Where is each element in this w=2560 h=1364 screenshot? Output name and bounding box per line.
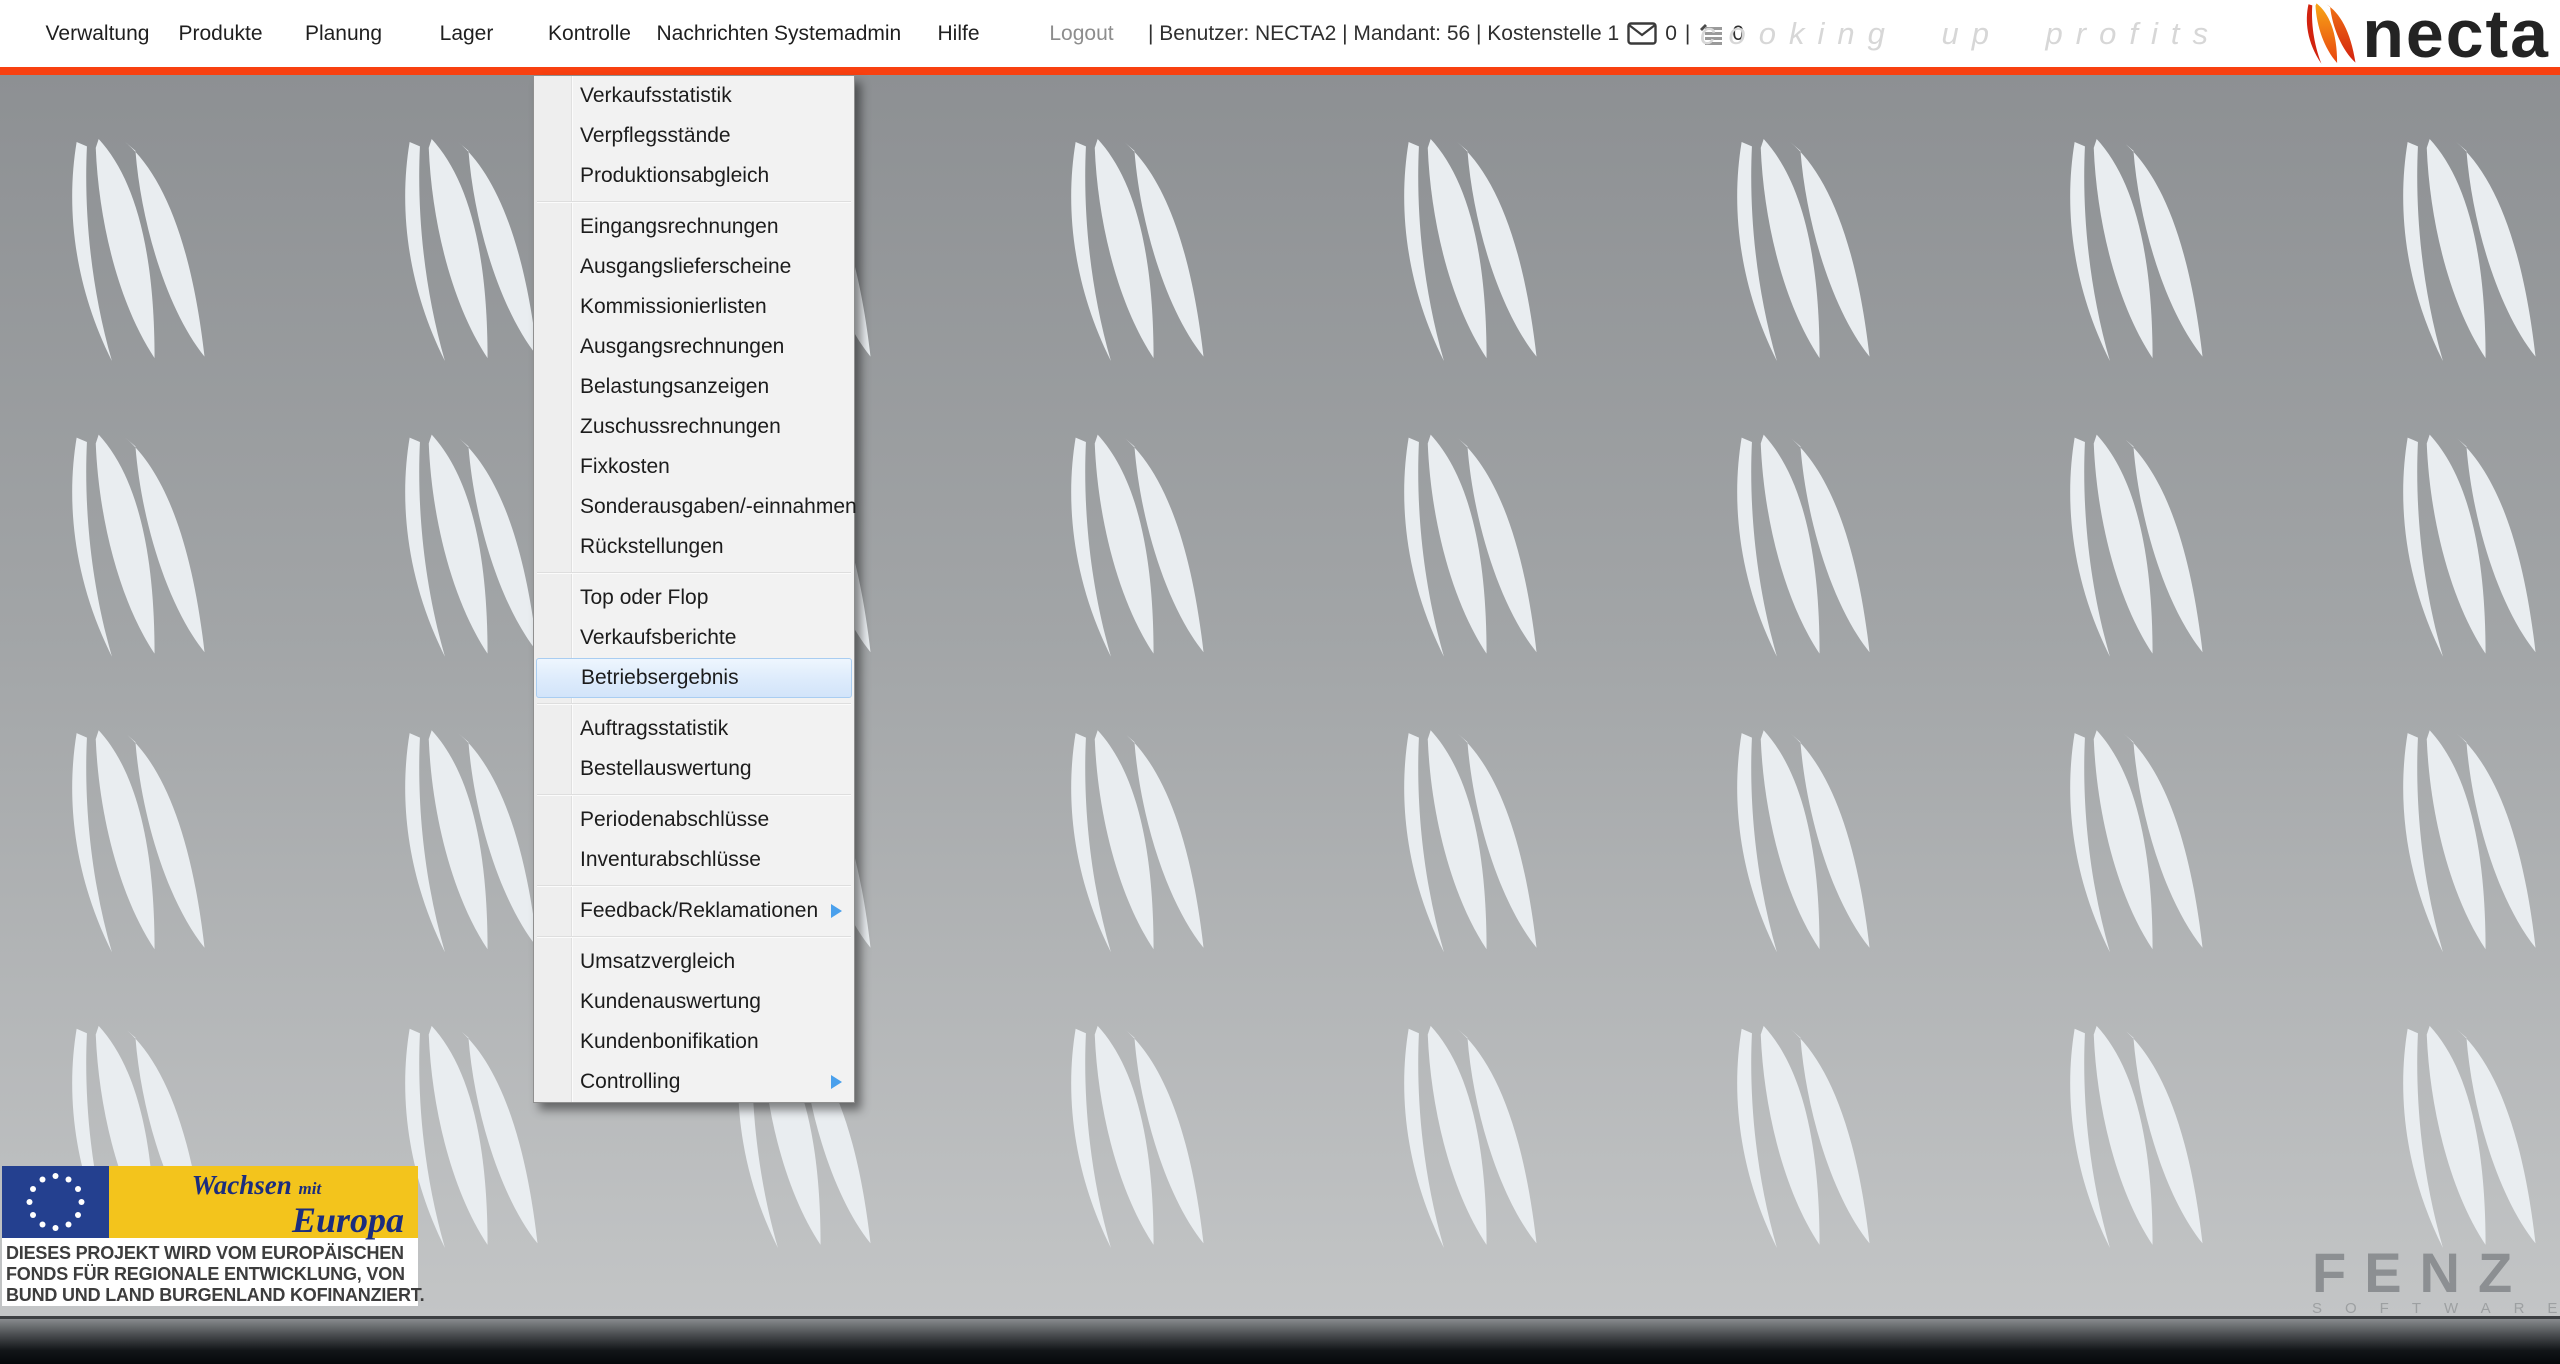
eu-text-line: DIESES PROJEKT WIRD VOM EUROPÄISCHEN xyxy=(6,1243,414,1264)
eu-text-line: BUND UND LAND BURGENLAND KOFINANZIERT. xyxy=(6,1285,414,1306)
desktop-background xyxy=(0,75,2560,1316)
menu-item-umsatzvergleich[interactable]: Umsatzvergleich xyxy=(534,942,854,982)
eu-flag-icon xyxy=(2,1166,109,1238)
mail-icon[interactable] xyxy=(1627,22,1657,45)
nav-item-systemadmin[interactable]: Systemadmin xyxy=(774,22,897,46)
brand-logo: necta xyxy=(2302,2,2550,66)
nav-item-kontrolle[interactable]: Kontrolle xyxy=(528,22,651,46)
nav-item-produkte[interactable]: Produkte xyxy=(159,22,282,46)
menu-item-feedback-reklamationen[interactable]: Feedback/Reklamationen xyxy=(534,891,854,931)
fenz-subtitle: SOFTWARE xyxy=(2312,1300,2560,1317)
menu-item-verpflegsst-nde[interactable]: Verpflegsstände xyxy=(534,116,854,156)
menu-separator xyxy=(537,201,851,203)
menu-item-fixkosten[interactable]: Fixkosten xyxy=(534,447,854,487)
menu-item-kommissionierlisten[interactable]: Kommissionierlisten xyxy=(534,287,854,327)
menu-item-eingangsrechnungen[interactable]: Eingangsrechnungen xyxy=(534,207,854,247)
menu-item-sonderausgaben-einnahmen[interactable]: Sonderausgaben/-einnahmen xyxy=(534,487,854,527)
app-window: VerwaltungProduktePlanungLagerKontrolleN… xyxy=(0,0,2560,1364)
nav-item-logout[interactable]: Logout xyxy=(1020,22,1143,46)
menu-item-verkaufsstatistik[interactable]: Verkaufsstatistik xyxy=(534,76,854,116)
leaf-pattern xyxy=(0,75,2560,1316)
menu-item-ausgangslieferscheine[interactable]: Ausgangslieferscheine xyxy=(534,247,854,287)
brand-name: necta xyxy=(2362,4,2550,64)
necta-leaf-icon xyxy=(2302,3,2356,65)
eu-banner-header: Wachsen mit Europa xyxy=(2,1166,418,1238)
menu-separator xyxy=(537,703,851,705)
menu-item-controlling[interactable]: Controlling xyxy=(534,1062,854,1102)
accent-divider xyxy=(0,67,2560,75)
menu-item-r-ckstellungen[interactable]: Rückstellungen xyxy=(534,527,854,567)
menu-item-bestellauswertung[interactable]: Bestellauswertung xyxy=(534,749,854,789)
menu-item-zuschussrechnungen[interactable]: Zuschussrechnungen xyxy=(534,407,854,447)
main-nav: VerwaltungProduktePlanungLagerKontrolleN… xyxy=(36,0,1143,67)
eu-title-mit: mit xyxy=(299,1179,322,1198)
kontrolle-dropdown-menu: VerkaufsstatistikVerpflegsständeProdukti… xyxy=(533,75,855,1103)
eu-text-line: FONDS FÜR REGIONALE ENTWICKLUNG, VON xyxy=(6,1264,414,1285)
brand-tagline: cooking up profits xyxy=(1700,0,2221,67)
menu-separator xyxy=(537,885,851,887)
fenz-watermark: FENZ SOFTWARE xyxy=(2312,1248,2560,1317)
menu-item-verkaufsberichte[interactable]: Verkaufsberichte xyxy=(534,618,854,658)
session-info: | Benutzer: NECTA2 | Mandant: 56 | Koste… xyxy=(1148,0,1744,67)
eu-title-europa: Europa xyxy=(109,1203,404,1237)
menu-item-kundenauswertung[interactable]: Kundenauswertung xyxy=(534,982,854,1022)
submenu-arrow-icon xyxy=(831,1075,842,1089)
eu-banner-title: Wachsen mit Europa xyxy=(109,1166,418,1238)
top-menubar: VerwaltungProduktePlanungLagerKontrolleN… xyxy=(0,0,2560,67)
menu-item-top-oder-flop[interactable]: Top oder Flop xyxy=(534,578,854,618)
menu-item-produktionsabgleich[interactable]: Produktionsabgleich xyxy=(534,156,854,196)
menu-item-betriebsergebnis[interactable]: Betriebsergebnis xyxy=(536,658,852,698)
nav-item-verwaltung[interactable]: Verwaltung xyxy=(36,22,159,46)
submenu-arrow-icon xyxy=(831,904,842,918)
nav-item-lager[interactable]: Lager xyxy=(405,22,528,46)
menu-separator xyxy=(537,572,851,574)
divider: | xyxy=(1685,22,1690,46)
menu-separator xyxy=(537,936,851,938)
nav-item-hilfe[interactable]: Hilfe xyxy=(897,22,1020,46)
menu-item-ausgangsrechnungen[interactable]: Ausgangsrechnungen xyxy=(534,327,854,367)
menu-item-auftragsstatistik[interactable]: Auftragsstatistik xyxy=(534,709,854,749)
eu-funding-banner: Wachsen mit Europa DIESES PROJEKT WIRD V… xyxy=(2,1166,418,1306)
mail-count: 0 xyxy=(1665,22,1677,46)
nav-item-planung[interactable]: Planung xyxy=(282,22,405,46)
menu-item-belastungsanzeigen[interactable]: Belastungsanzeigen xyxy=(534,367,854,407)
bottom-bar xyxy=(0,1316,2560,1364)
menu-item-periodenabschl-sse[interactable]: Periodenabschlüsse xyxy=(534,800,854,840)
eu-title-wachsen: Wachsen xyxy=(192,1170,292,1200)
nav-item-nachrichten[interactable]: Nachrichten xyxy=(651,22,774,46)
menu-item-inventurabschl-sse[interactable]: Inventurabschlüsse xyxy=(534,840,854,880)
fenz-title: FENZ xyxy=(2312,1248,2560,1298)
menu-item-kundenbonifikation[interactable]: Kundenbonifikation xyxy=(534,1022,854,1062)
menu-separator xyxy=(537,794,851,796)
eu-banner-text: DIESES PROJEKT WIRD VOM EUROPÄISCHEN FON… xyxy=(2,1238,418,1306)
user-info-text: | Benutzer: NECTA2 | Mandant: 56 | Koste… xyxy=(1148,22,1619,46)
